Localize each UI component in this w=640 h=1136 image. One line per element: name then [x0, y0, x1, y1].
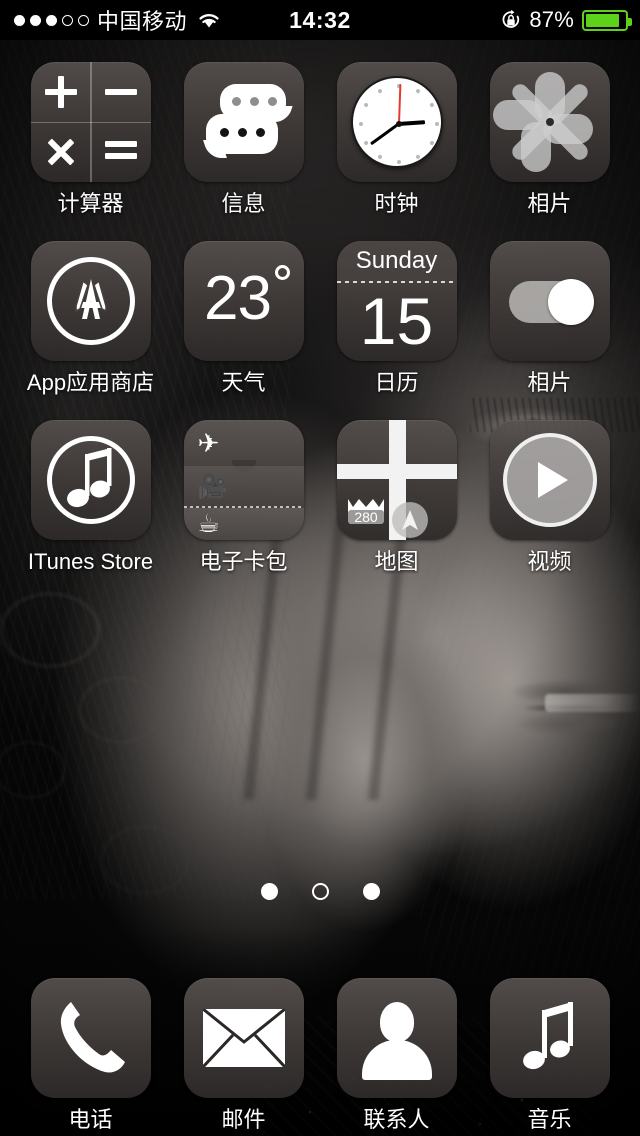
app-store-icon[interactable]: [30, 241, 151, 361]
videos-icon[interactable]: [489, 420, 610, 540]
dock-app-contacts[interactable]: 联系人: [330, 978, 464, 1133]
app-clock[interactable]: 时钟: [330, 62, 464, 217]
status-bar-clock: 14:32: [289, 6, 351, 33]
calendar-icon[interactable]: Sunday 15: [336, 241, 457, 361]
app-label: App应用商店: [26, 370, 155, 395]
app-label: 邮件: [221, 1107, 266, 1132]
dock: 电话 邮件 联系人 音乐: [0, 966, 640, 1136]
app-maps[interactable]: 280 地图: [330, 420, 464, 575]
app-photos[interactable]: 相片: [483, 62, 617, 217]
app-row-2: App应用商店 23 天气 Sunday 15 日历 相片: [0, 241, 640, 396]
mail-envelope-icon[interactable]: [183, 978, 304, 1098]
app-itunes-store[interactable]: ITunes Store: [24, 420, 158, 575]
messages-icon[interactable]: [183, 62, 304, 182]
degree-symbol-icon: [274, 265, 290, 280]
app-label: 视频: [527, 549, 572, 574]
app-calendar[interactable]: Sunday 15 日历: [330, 241, 464, 396]
airplane-icon: ✈: [197, 428, 220, 458]
app-videos[interactable]: 视频: [483, 420, 617, 575]
clock-face: [350, 76, 443, 168]
app-passbook[interactable]: ✈ 🎥 ☕ 电子卡包: [177, 420, 311, 575]
page-dot-3[interactable]: [362, 883, 380, 900]
minus-icon: [104, 89, 137, 95]
maps-navigation-arrow-icon: [391, 502, 428, 538]
play-triangle-icon: [537, 462, 568, 498]
music-note-icon[interactable]: [489, 978, 610, 1098]
maps-icon[interactable]: 280: [336, 420, 457, 540]
multiply-icon: [45, 136, 77, 168]
weather-icon[interactable]: 23: [183, 241, 304, 361]
dock-app-phone[interactable]: 电话: [24, 978, 158, 1133]
calculator-icon[interactable]: [30, 62, 151, 182]
app-calculator[interactable]: 计算器: [24, 62, 158, 217]
dock-app-music[interactable]: 音乐: [483, 978, 617, 1133]
contacts-person-icon[interactable]: [336, 978, 457, 1098]
battery-icon: [582, 9, 632, 31]
app-label: 联系人: [363, 1107, 430, 1132]
app-label: 天气: [221, 370, 266, 395]
app-row-3: ITunes Store ✈ 🎥 ☕ 电子卡包 280 地图 视频: [0, 420, 640, 575]
app-label: 音乐: [527, 1107, 572, 1132]
dock-app-mail[interactable]: 邮件: [177, 978, 311, 1133]
app-label: 相片: [527, 370, 572, 395]
app-app-store[interactable]: App应用商店: [24, 241, 158, 396]
svg-text:280: 280: [354, 509, 378, 525]
app-label: 地图: [374, 549, 419, 574]
clock-hour-hand: [398, 120, 425, 126]
app-label: 时钟: [374, 191, 419, 216]
app-label: 电话: [68, 1107, 113, 1132]
clock-icon[interactable]: [336, 62, 457, 182]
iphone-home-screen: 中国移动 14:32 87% 计算器 信息 时钟 相片 App应用商店 23 天…: [0, 0, 640, 1136]
calendar-date: 15: [359, 284, 434, 358]
status-bar: 中国移动 14:32 87%: [0, 0, 640, 40]
app-icon-grid: 计算器 信息 时钟 相片 App应用商店 23 天气 Sunday 15 日历 …: [0, 62, 640, 599]
movie-camera-icon: 🎥: [197, 473, 228, 500]
app-label: 计算器: [57, 191, 124, 216]
app-weather[interactable]: 23 天气: [177, 241, 311, 396]
page-indicator-dots[interactable]: [0, 883, 640, 900]
itunes-store-icon[interactable]: [30, 420, 151, 540]
app-label: 电子卡包: [199, 549, 288, 574]
toggle-knob: [547, 279, 594, 325]
toggle-switch-icon[interactable]: [489, 241, 610, 361]
app-settings-toggle[interactable]: 相片: [483, 241, 617, 396]
app-label: 日历: [374, 370, 419, 395]
app-label: 信息: [221, 191, 266, 216]
photos-flower-icon[interactable]: [489, 62, 610, 182]
app-label: ITunes Store: [27, 549, 154, 574]
clock-second-hand: [397, 83, 401, 125]
app-row-1: 计算器 信息 时钟 相片: [0, 62, 640, 217]
passbook-icon[interactable]: ✈ 🎥 ☕: [183, 420, 304, 540]
clock-minute-hand: [370, 122, 400, 146]
app-messages[interactable]: 信息: [177, 62, 311, 217]
coffee-cup-icon: ☕: [197, 509, 220, 538]
phone-icon[interactable]: [30, 978, 151, 1098]
app-label: 相片: [527, 191, 572, 216]
highway-shield-badge: 280: [347, 498, 385, 528]
page-dot-2[interactable]: [311, 883, 329, 900]
calendar-weekday: Sunday: [355, 247, 438, 274]
page-dot-1[interactable]: [260, 883, 278, 900]
